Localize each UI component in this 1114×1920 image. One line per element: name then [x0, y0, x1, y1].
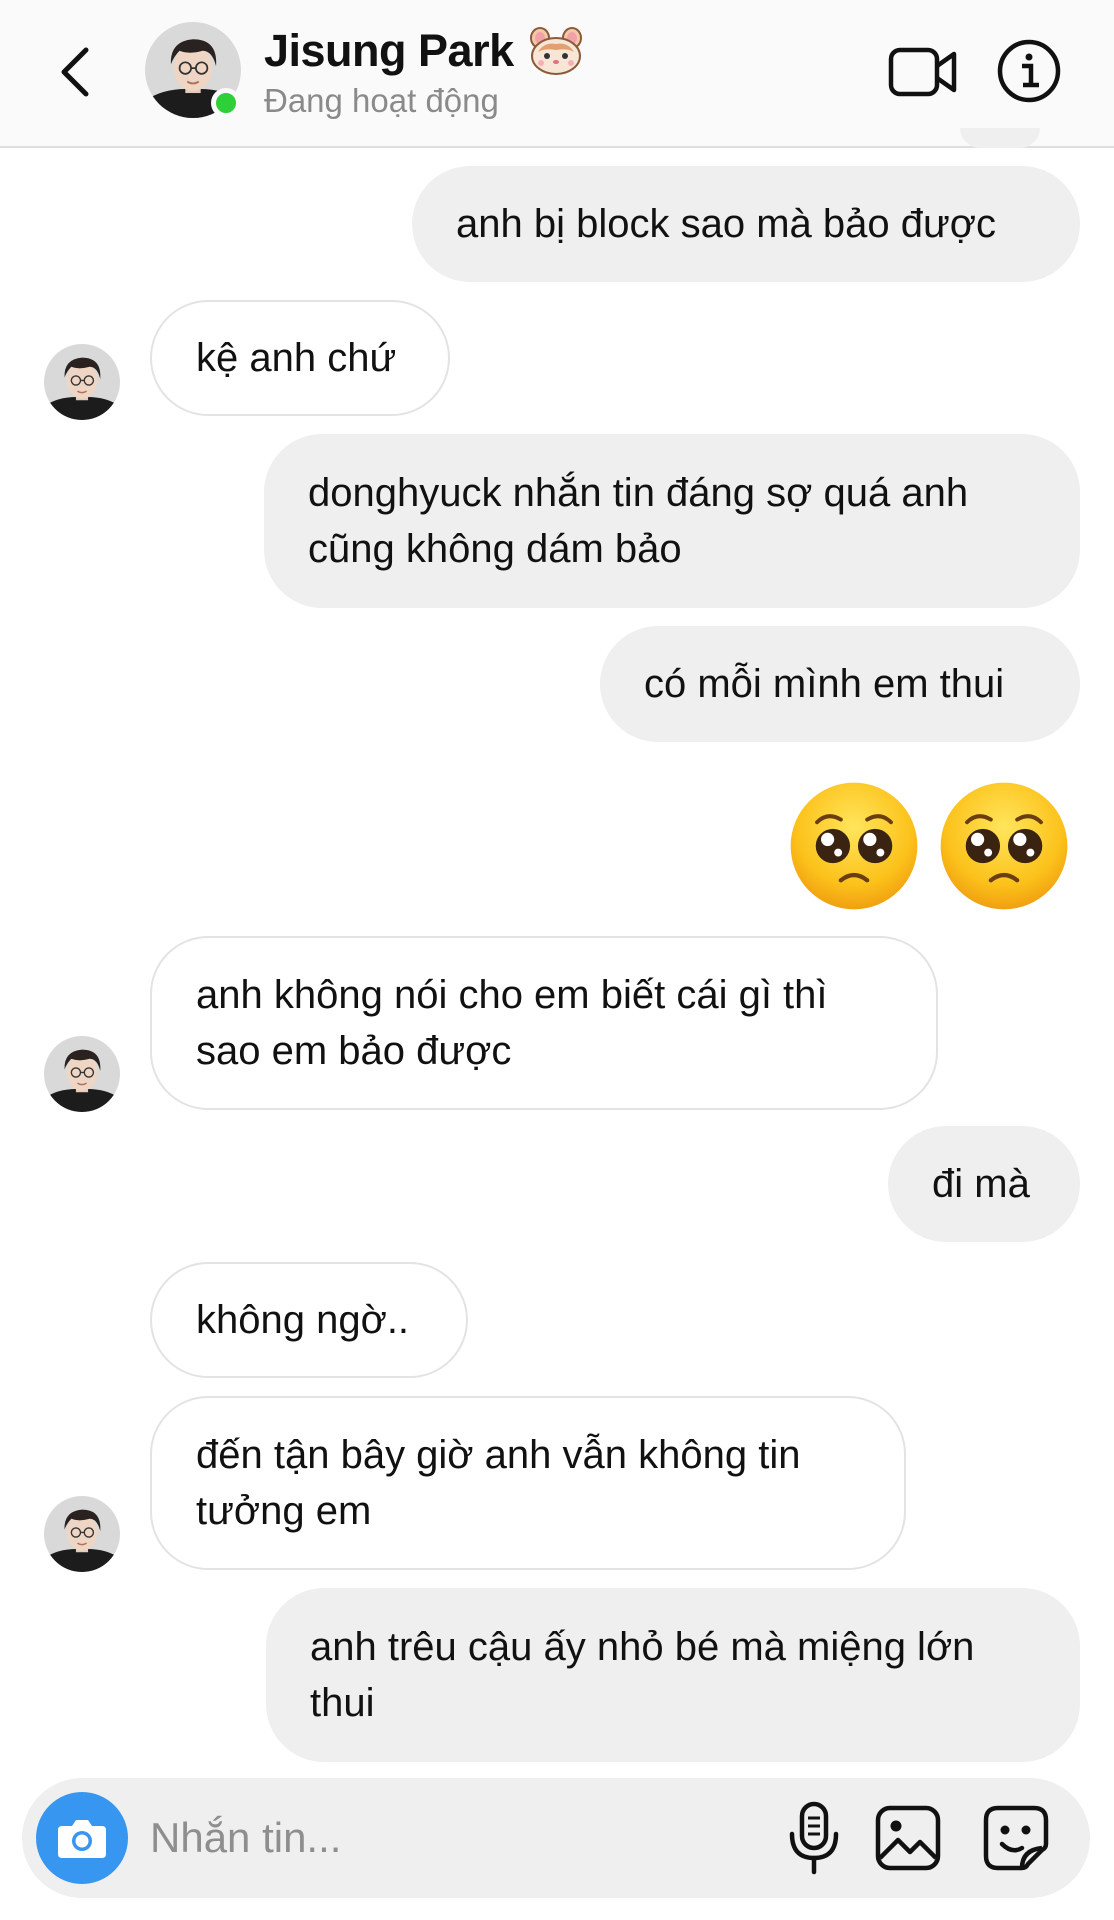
camera-button[interactable]: [36, 1792, 128, 1884]
message-incoming[interactable]: kệ anh chứ: [150, 300, 450, 416]
message-text: cũng không dám bảo: [308, 527, 682, 571]
pleading-face-emoji-icon[interactable]: [938, 780, 1070, 912]
message-text: đi mà: [932, 1162, 1030, 1206]
activity-status: Đang hoạt động: [264, 82, 499, 119]
message-incoming[interactable]: không ngờ..: [150, 1262, 468, 1378]
message-text: anh trêu cậu ấy nhỏ bé mà miệng lớn: [310, 1625, 975, 1669]
message-text: anh bị block sao mà bảo được: [456, 202, 996, 246]
gallery-button[interactable]: [874, 1804, 942, 1872]
video-call-button[interactable]: [888, 44, 958, 100]
message-text: kệ anh chứ: [196, 336, 397, 380]
message-outgoing[interactable]: đi mà: [888, 1126, 1080, 1242]
message-outgoing[interactable]: donghyuck nhắn tin đáng sợ quá anh cũng …: [264, 434, 1080, 608]
online-status-dot: [211, 88, 241, 118]
sticker-icon: [983, 1805, 1049, 1871]
back-arrow-icon: [61, 47, 89, 97]
message-text: có mỗi mình em thui: [644, 662, 1005, 706]
info-button[interactable]: [996, 38, 1062, 104]
message-outgoing[interactable]: anh bị block sao mà bảo được: [412, 166, 1080, 282]
contact-name: Jisung Park: [264, 25, 514, 76]
message-incoming[interactable]: đến tận bây giờ anh vẫn không tin tưởng …: [150, 1396, 906, 1570]
sender-avatar[interactable]: [44, 344, 120, 420]
sender-avatar[interactable]: [44, 1036, 120, 1112]
video-camera-icon: [888, 47, 957, 97]
message-input[interactable]: [150, 1808, 630, 1868]
camera-icon: [58, 1820, 106, 1858]
voice-message-button[interactable]: [786, 1800, 842, 1876]
message-text: thui: [310, 1681, 375, 1725]
message-incoming[interactable]: anh không nói cho em biết cái gì thì sao…: [150, 936, 938, 1110]
back-button[interactable]: [52, 42, 102, 102]
message-text: không ngờ..: [196, 1298, 410, 1342]
previous-message-edge: [960, 128, 1040, 148]
message-text: tưởng em: [196, 1489, 372, 1533]
sender-avatar[interactable]: [44, 1496, 120, 1572]
pleading-face-emoji-icon[interactable]: [788, 780, 920, 912]
info-icon: [997, 39, 1061, 103]
sticker-button[interactable]: [982, 1804, 1050, 1872]
message-outgoing[interactable]: có mỗi mình em thui: [600, 626, 1080, 742]
message-composer: [22, 1778, 1090, 1898]
contact-name-row[interactable]: Jisung Park: [264, 24, 584, 78]
message-text: anh không nói cho em biết cái gì thì: [196, 973, 828, 1017]
message-outgoing[interactable]: anh trêu cậu ấy nhỏ bé mà miệng lớn thui: [266, 1588, 1080, 1762]
contact-avatar[interactable]: [145, 22, 241, 118]
microphone-icon: [789, 1801, 839, 1875]
message-text: sao em bảo được: [196, 1029, 512, 1073]
message-text: donghyuck nhắn tin đáng sợ quá anh: [308, 471, 969, 515]
hamster-emoji-icon: [529, 27, 582, 75]
message-text: đến tận bây giờ anh vẫn không tin: [196, 1433, 801, 1477]
chat-header: Jisung Park Đang hoạt động: [0, 0, 1114, 148]
gallery-icon: [875, 1805, 941, 1871]
